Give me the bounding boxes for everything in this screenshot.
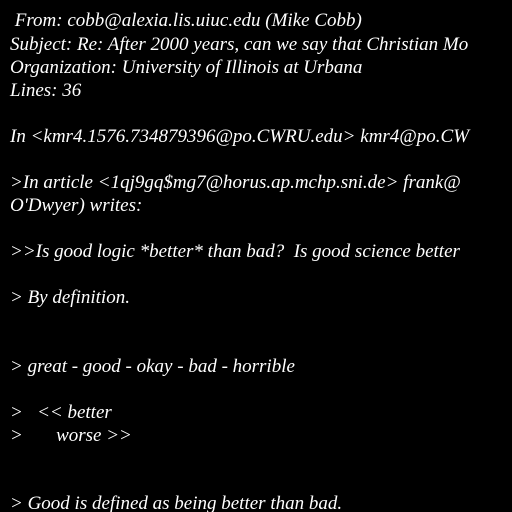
header-subject: Subject: Re: After 2000 years, can we sa… — [10, 34, 469, 55]
reply-definition: > By definition. — [10, 287, 130, 308]
header-lines: Lines: 36 — [10, 80, 82, 101]
better-arrow-line: > << better — [10, 402, 112, 423]
quoted-question: >>Is good logic *better* than bad? Is go… — [10, 241, 460, 262]
quote-attribution: >In article <1qj9gq$mg7@horus.ap.mchp.sn… — [10, 172, 461, 193]
message-screen: From: cobb@alexia.lis.uiuc.edu (Mike Cob… — [0, 0, 512, 512]
definition-line: > Good is defined as being better than b… — [10, 493, 343, 512]
header-organization: Organization: University of Illinois at … — [10, 57, 363, 78]
header-from: From: cobb@alexia.lis.uiuc.edu (Mike Cob… — [10, 10, 362, 31]
worse-arrow-line: > worse >> — [10, 425, 132, 446]
scale-line: > great - good - okay - bad - horrible — [10, 356, 295, 377]
quote-attribution-cont: O'Dwyer) writes: — [10, 195, 143, 216]
attribution-line: In <kmr4.1576.734879396@po.CWRU.edu> kmr… — [10, 126, 470, 147]
